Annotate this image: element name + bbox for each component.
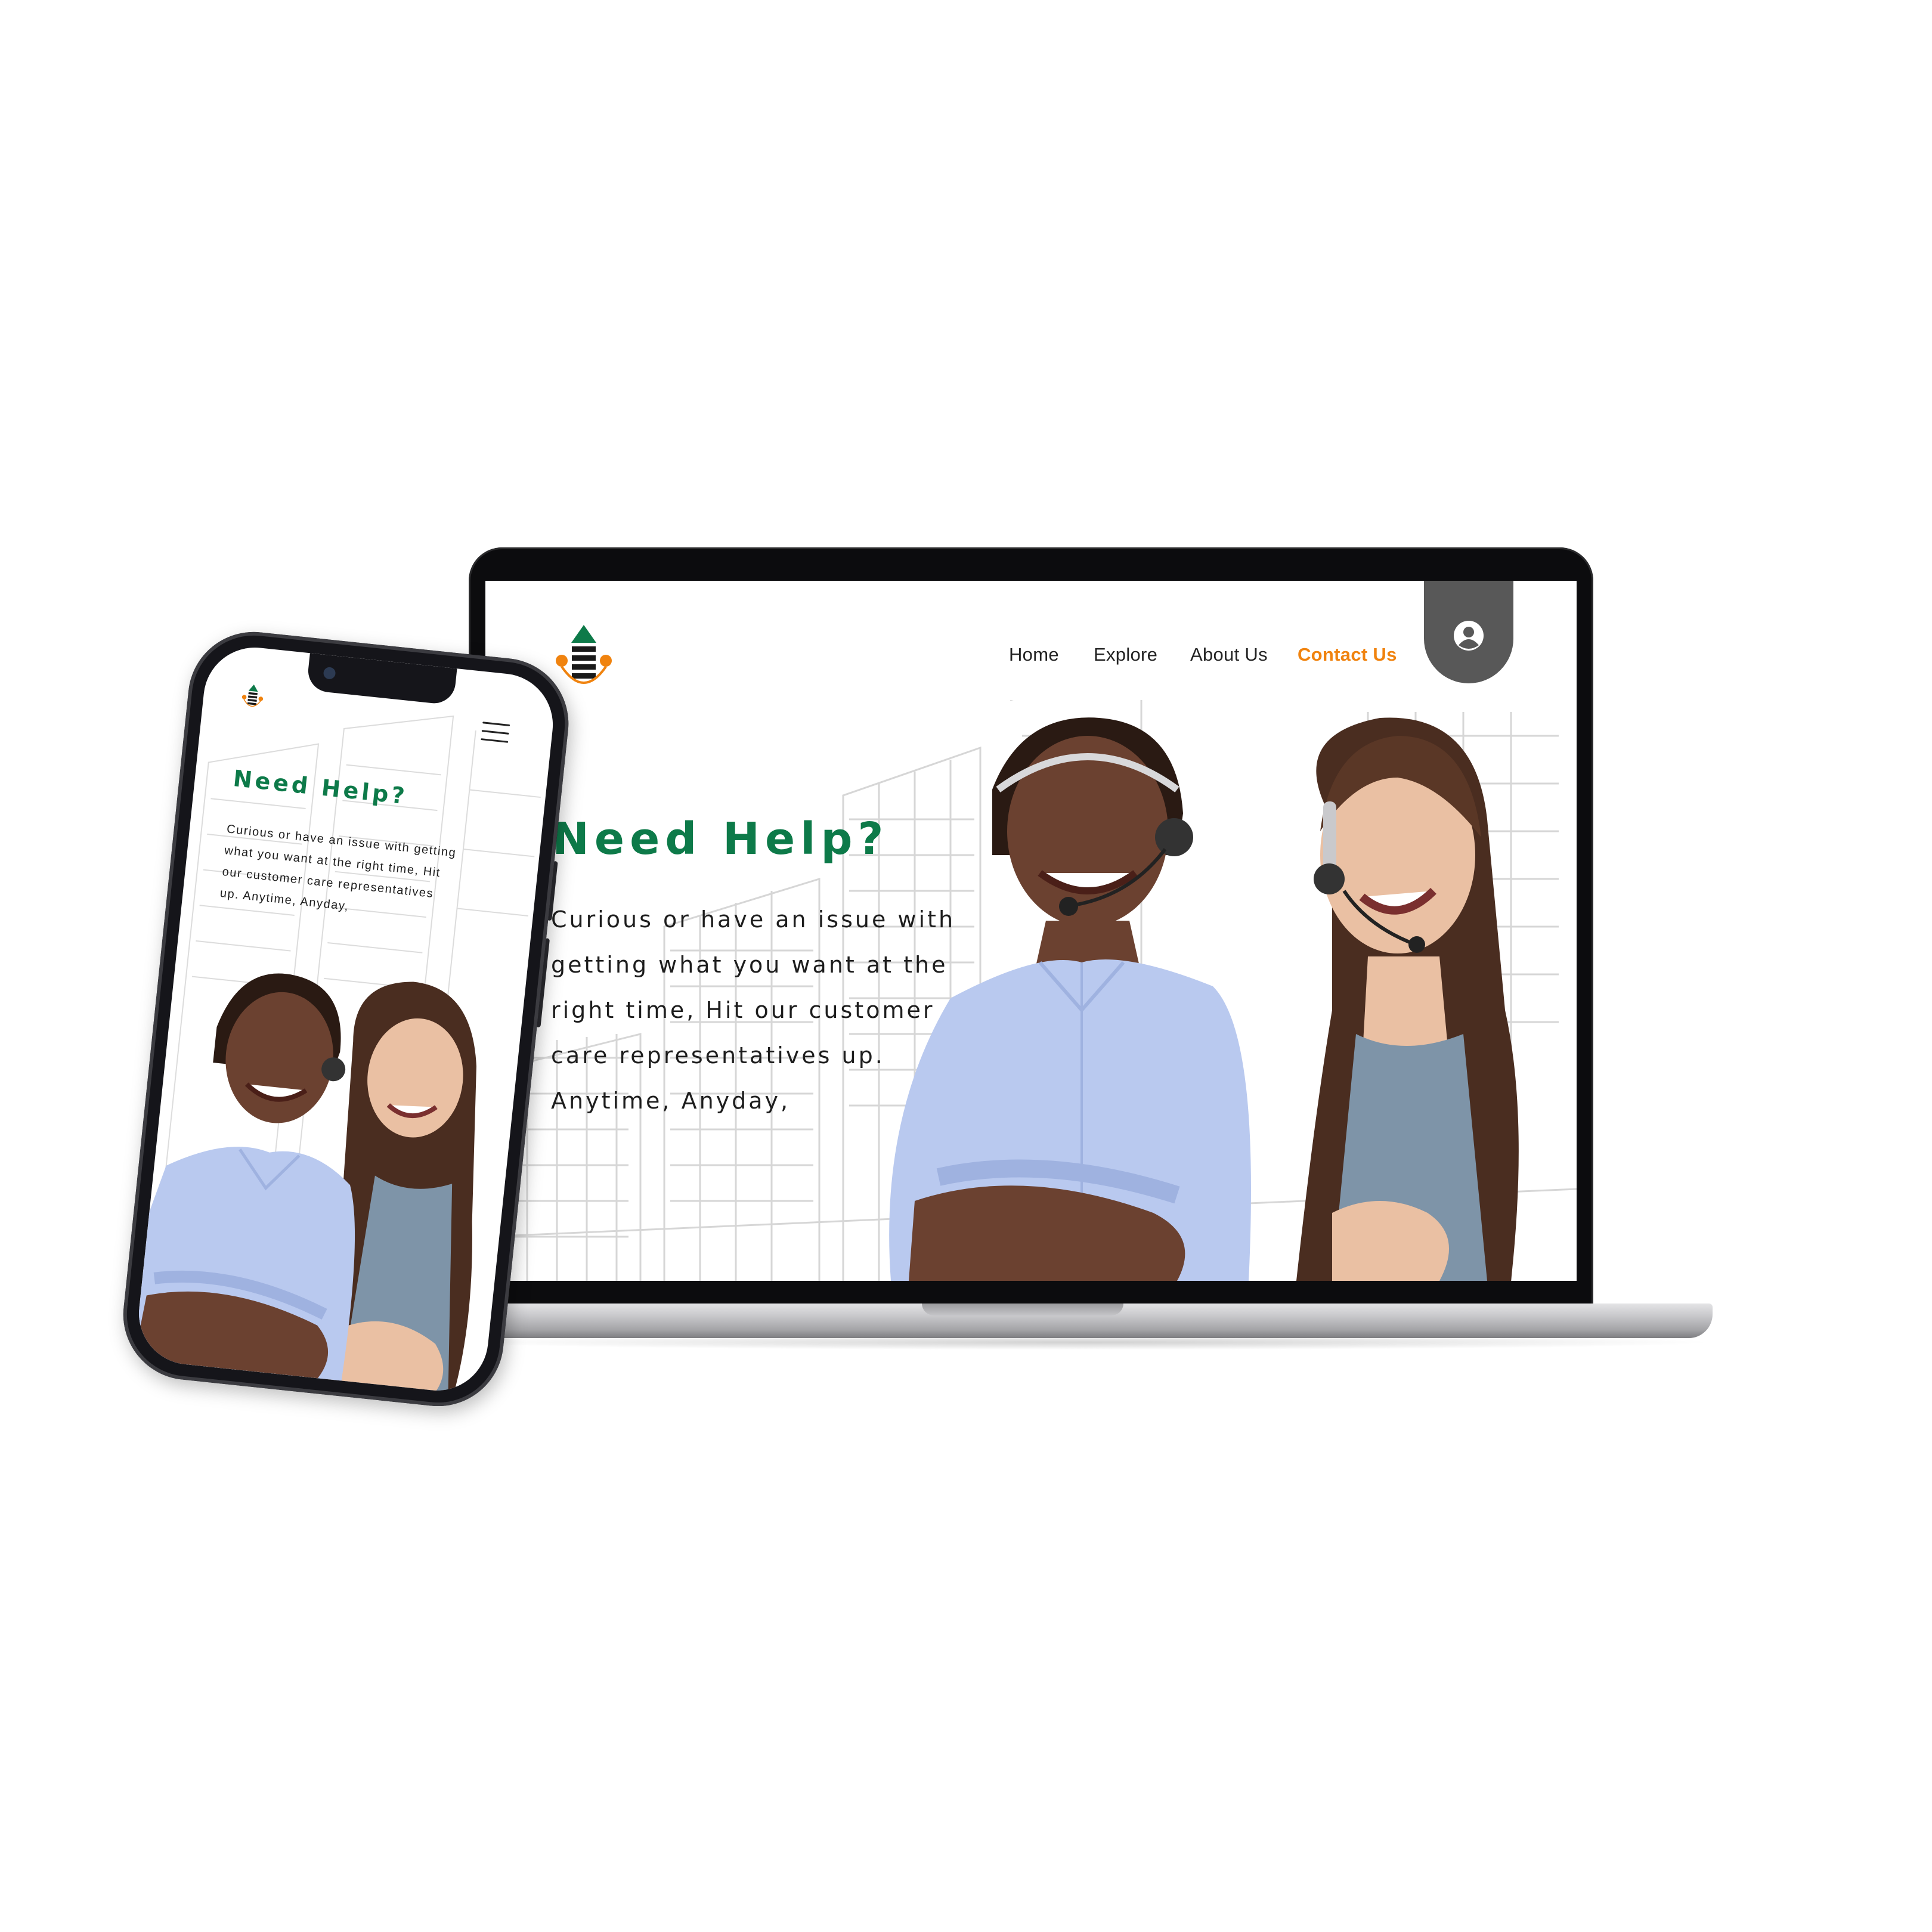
- nav-contact-link[interactable]: Contact Us: [1298, 644, 1397, 665]
- nav-item-home[interactable]: Home: [1009, 643, 1059, 667]
- desktop-site: Home Explore About Us Contact Us Need He…: [485, 581, 1577, 1281]
- agent-left: [889, 717, 1251, 1281]
- support-agents-photo: [134, 973, 476, 1393]
- nav-item-contact[interactable]: Contact Us: [1298, 643, 1397, 667]
- brand-logo[interactable]: [239, 682, 266, 712]
- nav-explore-link[interactable]: Explore: [1094, 644, 1157, 665]
- nav-home-link[interactable]: Home: [1009, 644, 1059, 665]
- support-agents-photo: [889, 717, 1519, 1281]
- laptop-lid-notch: [922, 1304, 1123, 1315]
- mobile-site: Need Help? Curious or have an issue with…: [134, 642, 558, 1396]
- agent-right: [1296, 717, 1519, 1281]
- hamburger-menu-icon[interactable]: [481, 722, 510, 745]
- hero-title: Need Help?: [552, 813, 889, 865]
- account-tab[interactable]: [1424, 581, 1513, 683]
- nav-about-link[interactable]: About Us: [1190, 644, 1268, 665]
- user-circle-icon[interactable]: [1453, 620, 1484, 651]
- phone-device: Need Help? Curious or have an issue with…: [116, 625, 587, 1414]
- nav-item-about[interactable]: About Us: [1190, 643, 1268, 667]
- hamburger-line: [481, 730, 509, 735]
- hamburger-line: [481, 738, 509, 743]
- nav-item-explore[interactable]: Explore: [1094, 643, 1157, 667]
